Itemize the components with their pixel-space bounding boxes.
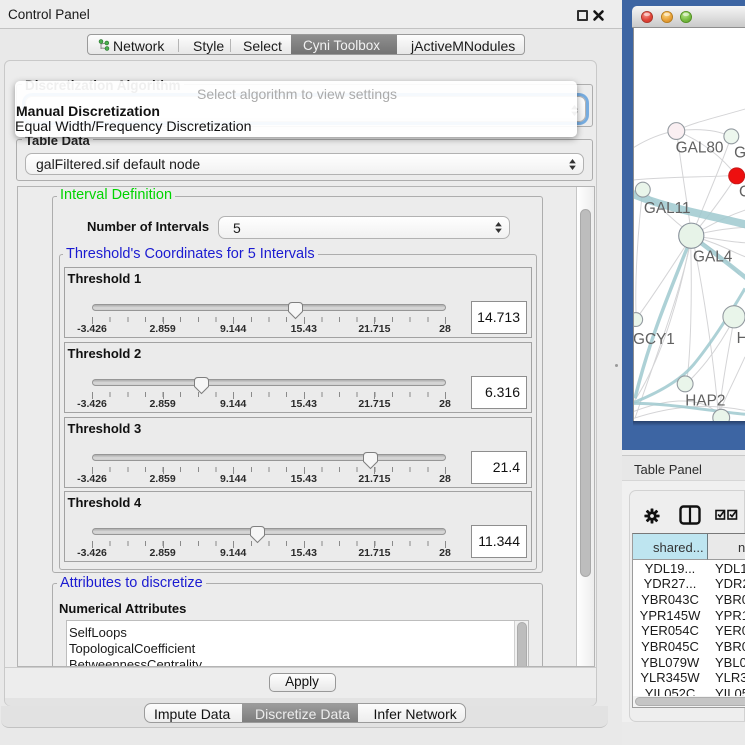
svg-text:GAL11: GAL11 <box>644 200 691 217</box>
svg-text:HA: HA <box>737 330 745 347</box>
svg-text:GCY1: GCY1 <box>633 331 675 348</box>
svg-text:GAL80: GAL80 <box>676 140 724 157</box>
svg-text:GAL.: GAL. <box>734 145 745 162</box>
svg-text:HAP2: HAP2 <box>685 392 725 409</box>
svg-text:CD: CD <box>739 183 745 200</box>
svg-text:GAL4: GAL4 <box>693 249 733 266</box>
